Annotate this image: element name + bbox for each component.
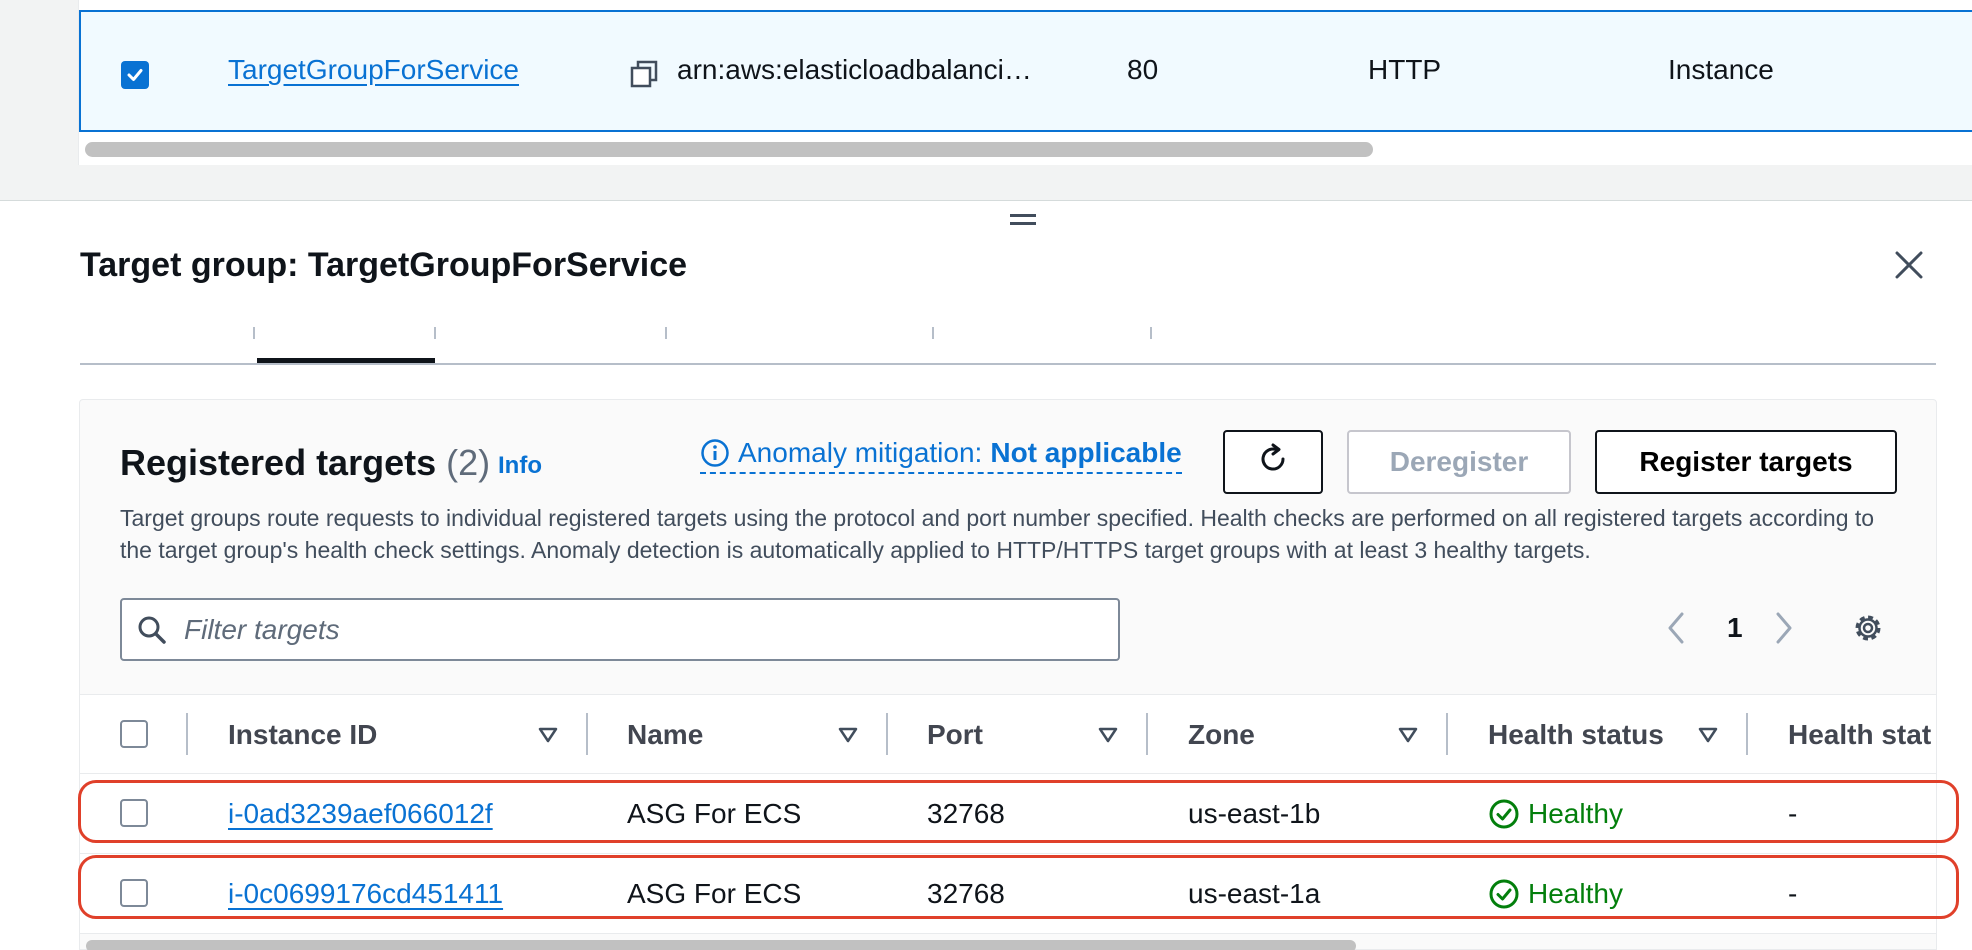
target-group-target-type: Instance [1668, 54, 1774, 85]
instance-id-link[interactable]: i-0ad3239aef066012f [228, 798, 493, 830]
target-group-port: 80 [1127, 54, 1159, 85]
health-status-details: - [1788, 798, 1798, 829]
tab-separator [253, 327, 255, 339]
targets-table-header: Instance ID Name Port Zone Health status… [80, 694, 1936, 774]
table-row[interactable]: i-0c0699176cd451411 ASG For ECS 32768 us… [80, 854, 1936, 934]
horizontal-scrollbar[interactable] [85, 142, 1373, 157]
instance-name: ASG For ECS [627, 798, 802, 829]
registered-targets-title: Registered targets [120, 442, 437, 483]
health-status-text: Healthy [1528, 878, 1623, 909]
instance-port: 32768 [927, 798, 1005, 829]
chevron-left-icon[interactable] [1664, 610, 1688, 651]
refresh-button[interactable] [1223, 430, 1323, 494]
gear-icon[interactable] [1850, 610, 1886, 651]
registered-targets-count: (2) [446, 442, 491, 483]
target-groups-table-area: TargetGroupForService arn:aws:elasticloa… [0, 0, 1972, 201]
select-all-checkbox[interactable] [120, 720, 148, 748]
tab-targets-active[interactable] [257, 358, 435, 363]
column-separator [186, 713, 188, 755]
registered-targets-container: Registered targets (2) Info Anomaly miti… [79, 399, 1937, 950]
health-status-details: - [1788, 878, 1798, 909]
target-groups-table: TargetGroupForService arn:aws:elasticloa… [78, 0, 1972, 165]
health-status-badge: Healthy [1488, 798, 1623, 830]
copy-icon[interactable] [630, 60, 658, 93]
tab-separator [932, 327, 934, 339]
status-positive-icon [1489, 799, 1519, 829]
column-separator[interactable] [1146, 713, 1148, 755]
register-targets-button[interactable]: Register targets [1595, 430, 1897, 494]
checkbox-checked-icon[interactable] [121, 61, 149, 89]
pagination-current-page[interactable]: 1 [1727, 612, 1743, 644]
instance-zone: us-east-1a [1188, 878, 1321, 909]
target-group-protocol: HTTP [1368, 54, 1442, 85]
sort-down-icon[interactable] [838, 727, 858, 748]
column-header-health-status[interactable]: Health status [1488, 719, 1664, 751]
tab-separator [434, 327, 436, 339]
tab-separator [665, 327, 667, 339]
registered-targets-description: Target groups route requests to individu… [120, 505, 1875, 563]
column-separator[interactable] [1446, 713, 1448, 755]
column-separator[interactable] [886, 713, 888, 755]
info-circle-icon [700, 438, 730, 468]
row-checkbox[interactable] [120, 879, 148, 907]
tab-separator [1150, 327, 1152, 339]
horizontal-scrollbar[interactable] [86, 940, 1356, 950]
sort-down-icon[interactable] [1098, 727, 1118, 748]
sort-down-icon[interactable] [538, 727, 558, 748]
anomaly-mitigation-popover[interactable]: Anomaly mitigation: Not applicable [700, 434, 1182, 474]
refresh-icon [1256, 442, 1290, 483]
instance-id-link[interactable]: i-0c0699176cd451411 [228, 878, 503, 910]
column-separator[interactable] [1746, 713, 1748, 755]
table-row[interactable]: i-0ad3239aef066012f ASG For ECS 32768 us… [80, 774, 1936, 854]
instance-name: ASG For ECS [627, 878, 802, 909]
anomaly-mitigation-value: Not applicable [990, 437, 1182, 468]
target-group-arn: arn:aws:elasticloadbalanci… [677, 54, 1032, 85]
column-header-name[interactable]: Name [627, 719, 703, 751]
sort-down-icon[interactable] [1398, 727, 1418, 748]
health-status-badge: Healthy [1488, 878, 1623, 910]
info-link[interactable]: Info [498, 452, 542, 480]
health-status-text: Healthy [1528, 798, 1623, 829]
target-group-name-link[interactable]: TargetGroupForService [228, 54, 519, 86]
chevron-right-icon[interactable] [1772, 610, 1796, 651]
sort-down-icon[interactable] [1698, 727, 1718, 748]
instance-port: 32768 [927, 878, 1005, 909]
tabs-underline [80, 363, 1936, 365]
column-header-instance-id[interactable]: Instance ID [228, 719, 377, 751]
column-separator[interactable] [586, 713, 588, 755]
column-header-health-status-details[interactable]: Health stat [1788, 719, 1931, 751]
status-positive-icon [1489, 879, 1519, 909]
deregister-button[interactable]: Deregister [1347, 430, 1571, 494]
drag-handle-icon[interactable] [1010, 214, 1036, 228]
row-checkbox[interactable] [120, 799, 148, 827]
search-icon [136, 614, 168, 651]
close-icon[interactable] [1893, 249, 1925, 286]
filter-targets-field[interactable] [120, 598, 1120, 661]
column-header-port[interactable]: Port [927, 719, 983, 751]
filter-targets-input[interactable] [184, 610, 1084, 650]
anomaly-mitigation-label: Anomaly mitigation: [738, 437, 983, 468]
panel-title: Target group: TargetGroupForService [80, 246, 688, 284]
target-group-row-selected[interactable]: TargetGroupForService arn:aws:elasticloa… [79, 10, 1972, 132]
instance-zone: us-east-1b [1188, 798, 1321, 829]
registered-targets-heading: Registered targets (2) [120, 442, 490, 484]
column-header-zone[interactable]: Zone [1188, 719, 1255, 751]
